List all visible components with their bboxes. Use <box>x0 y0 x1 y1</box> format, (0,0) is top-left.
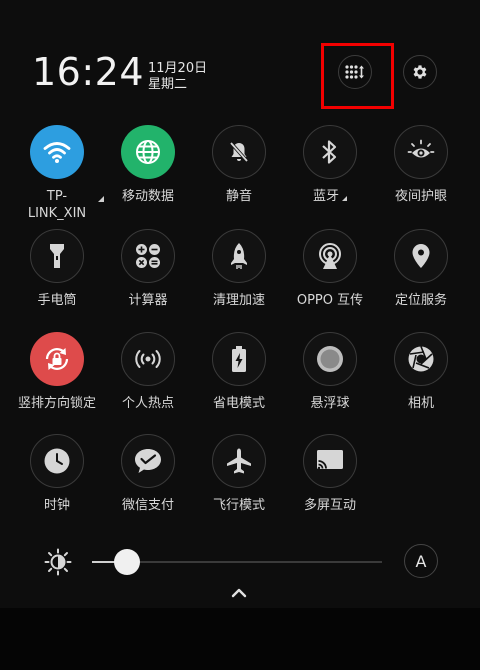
tile-hotspot-label: 个人热点 <box>121 396 174 411</box>
weekday-text: 星期二 <box>148 77 188 92</box>
tile-airplane-label: 飞行模式 <box>212 498 265 513</box>
tile-power-saving[interactable]: 省电模式 <box>199 332 279 412</box>
brightness-slider-thumb[interactable] <box>114 549 140 575</box>
eye-sun-icon <box>407 139 435 158</box>
tile-silent[interactable]: 静音 <box>199 125 279 205</box>
tile-mobile-data-label: 移动数据 <box>121 189 174 204</box>
auto-brightness-button[interactable]: A <box>404 544 438 578</box>
tile-airplane[interactable]: 飞行模式 <box>199 434 279 514</box>
floating-ball-icon <box>317 346 343 372</box>
tile-night-eye-label: 夜间护眼 <box>394 189 447 204</box>
tile-wifi-label: TP- LINK_XIN <box>27 189 87 221</box>
tile-silent-label: 静音 <box>225 189 252 204</box>
tile-wechat-pay-label: 微信支付 <box>121 498 174 513</box>
tile-location-label: 定位服务 <box>394 293 447 308</box>
tile-multi-screen-toggle[interactable] <box>303 434 357 488</box>
cast-icon <box>317 450 343 470</box>
bell-off-icon <box>229 141 249 163</box>
rocket-icon <box>231 243 247 269</box>
tile-floating-ball[interactable]: 悬浮球 <box>290 332 370 412</box>
flashlight-icon <box>50 244 64 268</box>
tile-bluetooth-label: 蓝牙 <box>313 188 347 205</box>
tile-floating-ball-label: 悬浮球 <box>310 396 350 411</box>
tile-cleanup[interactable]: 清理加速 <box>199 229 279 309</box>
brightness-icon <box>44 548 72 576</box>
tile-rotation-lock[interactable]: 竖排方向锁定 <box>17 332 97 412</box>
tile-rotation-lock-toggle[interactable] <box>30 332 84 386</box>
tile-wifi-toggle[interactable] <box>30 125 84 179</box>
tile-oppo-share[interactable]: OPPO 互传 <box>290 229 370 309</box>
tile-bluetooth-text: 蓝牙 <box>312 189 339 204</box>
highlight-box <box>321 43 394 109</box>
tile-oppo-share-label: OPPO 互传 <box>296 293 364 308</box>
tile-hotspot-toggle[interactable] <box>121 332 175 386</box>
tile-wifi[interactable]: TP- LINK_XIN <box>17 125 97 222</box>
battery-saver-icon <box>232 346 246 372</box>
tile-calculator-toggle[interactable] <box>121 229 175 283</box>
globe-icon <box>136 140 160 164</box>
rotation-lock-icon <box>45 348 69 370</box>
calculator-icon <box>136 244 160 268</box>
tile-wechat-pay-toggle[interactable] <box>121 434 175 488</box>
tile-multi-screen[interactable]: 多屏互动 <box>290 434 370 514</box>
tile-rotation-lock-label: 竖排方向锁定 <box>17 396 96 411</box>
hotspot-icon <box>135 350 161 368</box>
clock-icon <box>44 448 70 474</box>
tile-airplane-toggle[interactable] <box>212 434 266 488</box>
bluetooth-expand-icon[interactable] <box>342 196 347 201</box>
airplane-icon <box>227 448 251 474</box>
bottom-bar <box>0 608 480 670</box>
tile-clock-label: 时钟 <box>43 498 70 513</box>
wifi-icon <box>43 142 71 163</box>
tile-location[interactable]: 定位服务 <box>381 229 461 309</box>
tile-clock-toggle[interactable] <box>30 434 84 488</box>
tile-calculator[interactable]: 计算器 <box>108 229 188 309</box>
settings-button[interactable] <box>403 55 437 89</box>
tile-calculator-label: 计算器 <box>128 293 168 308</box>
clock-time: 16:24 <box>32 50 145 94</box>
bluetooth-icon <box>322 140 337 164</box>
tile-mobile-data-toggle[interactable] <box>121 125 175 179</box>
tile-night-eye[interactable]: 夜间护眼 <box>381 125 461 205</box>
tile-multi-screen-label: 多屏互动 <box>303 498 356 513</box>
brightness-icon-wrap <box>44 548 72 580</box>
tile-silent-toggle[interactable] <box>212 125 266 179</box>
tile-flashlight-toggle[interactable] <box>30 229 84 283</box>
tile-power-saving-toggle[interactable] <box>212 332 266 386</box>
tile-flashlight-label: 手电筒 <box>37 293 77 308</box>
location-pin-icon <box>412 244 430 268</box>
tile-clock[interactable]: 时钟 <box>17 434 97 514</box>
gear-icon <box>413 65 427 79</box>
share-signal-icon <box>319 243 341 269</box>
brightness-slider[interactable] <box>92 549 382 575</box>
tile-cleanup-label: 清理加速 <box>212 293 265 308</box>
tile-flashlight[interactable]: 手电筒 <box>17 229 97 309</box>
tile-camera-label: 相机 <box>407 396 434 411</box>
tile-oppo-share-toggle[interactable] <box>303 229 357 283</box>
camera-aperture-icon <box>408 346 434 372</box>
tile-bluetooth[interactable]: 蓝牙 <box>290 125 370 205</box>
tile-hotspot[interactable]: 个人热点 <box>108 332 188 412</box>
wechat-pay-icon <box>135 449 161 473</box>
tile-wechat-pay[interactable]: 微信支付 <box>108 434 188 514</box>
tile-mobile-data[interactable]: 移动数据 <box>108 125 188 205</box>
tile-bluetooth-toggle[interactable] <box>303 125 357 179</box>
tile-cleanup-toggle[interactable] <box>212 229 266 283</box>
tile-floating-ball-toggle[interactable] <box>303 332 357 386</box>
tile-camera-toggle[interactable] <box>394 332 448 386</box>
tile-power-saving-label: 省电模式 <box>212 396 265 411</box>
tile-night-eye-toggle[interactable] <box>394 125 448 179</box>
wifi-expand-icon[interactable] <box>98 196 104 202</box>
tile-location-toggle[interactable] <box>394 229 448 283</box>
chevron-up-icon[interactable] <box>229 586 249 600</box>
tile-camera[interactable]: 相机 <box>381 332 461 412</box>
